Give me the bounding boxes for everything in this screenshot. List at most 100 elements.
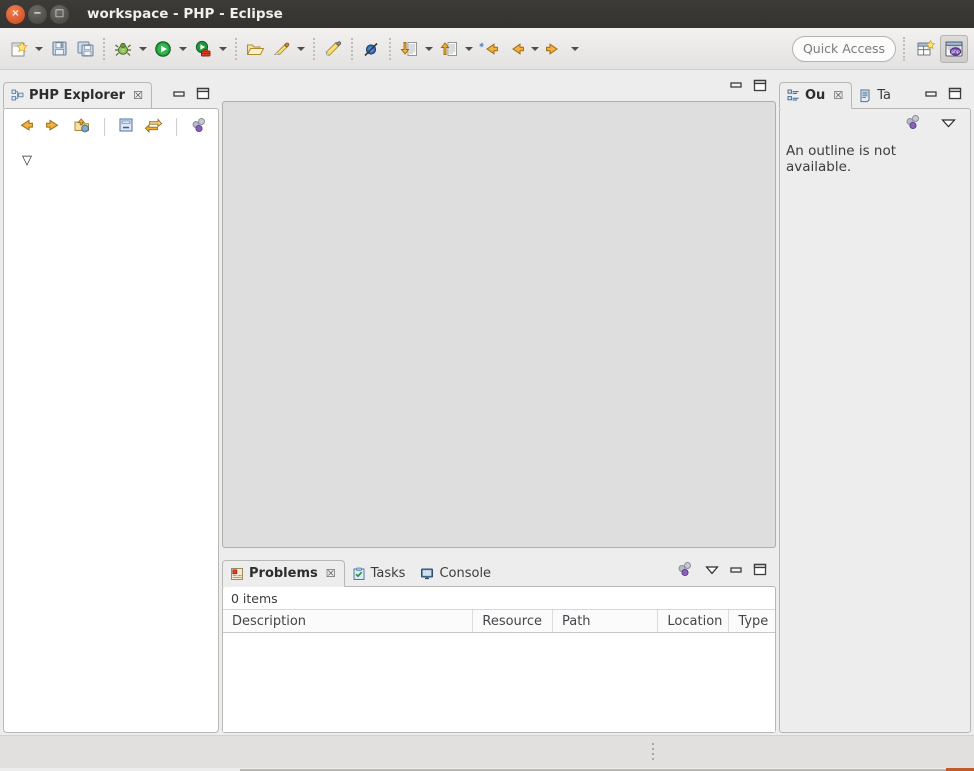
outline-message: An outline is not available. [786,143,897,175]
save-button[interactable] [46,36,72,62]
php-explorer-view: PHP Explorer ☒ ▽ [3,75,219,733]
close-icon[interactable]: ☒ [326,567,336,580]
svg-text:php: php [951,49,960,55]
maximize-icon[interactable] [753,563,767,580]
toolbar-separator [103,37,105,60]
problems-body: 0 items Description Resource Path Locati… [222,586,776,733]
column-location[interactable]: Location [658,610,730,632]
php-explorer-icon [11,89,24,101]
tab-php-explorer[interactable]: PHP Explorer ☒ [3,82,152,109]
window-minimize-button[interactable]: − [28,4,47,24]
next-annotation-dropdown[interactable] [462,36,476,62]
outline-controls [918,87,971,108]
forward-dropdown[interactable] [568,36,582,62]
maximize-icon[interactable] [753,79,767,96]
tab-label: PHP Explorer [29,88,126,103]
toolbar-group-php [242,34,308,64]
resize-grip-icon[interactable] [652,743,654,763]
previous-annotation-button[interactable] [396,36,422,62]
link-with-editor-icon[interactable] [144,117,163,138]
php-perspective-icon: php [945,41,963,56]
new-php-file-button[interactable] [268,36,294,62]
toolbar-separator [176,118,177,136]
minimize-icon[interactable] [924,88,938,104]
skip-breakpoints-button[interactable] [358,36,384,62]
php-explorer-tree[interactable]: ▽ [4,145,218,168]
problems-item-count: 0 items [231,591,278,606]
close-icon[interactable]: ☒ [833,89,843,102]
new-wizard-button[interactable] [6,36,32,62]
new-php-file-dropdown[interactable] [294,36,308,62]
status-bar [0,735,974,771]
collapse-all-icon[interactable] [118,117,135,137]
run-external-tools-icon [195,40,211,56]
next-annotation-button[interactable] [436,36,462,62]
editor-tabbar [222,75,776,101]
external-tools-button[interactable] [190,36,216,62]
window-close-button[interactable]: × [6,4,25,24]
maximize-icon[interactable] [948,87,962,104]
tab-task-list[interactable]: Ta [852,82,899,109]
minimize-icon[interactable] [172,88,186,104]
external-tools-dropdown[interactable] [216,36,230,62]
close-icon: × [11,8,20,19]
debug-dropdown[interactable] [136,36,150,62]
chevron-down-icon[interactable] [941,117,956,132]
view-menu-icon[interactable] [190,117,209,138]
minimize-icon[interactable] [729,564,743,580]
toolbar-group-run [110,34,230,64]
open-perspective-button[interactable] [912,35,940,63]
window-titlebar: × − □ workspace - PHP - Eclipse [0,0,974,28]
problems-table-rows[interactable] [223,633,775,732]
tab-outline[interactable]: Ou ☒ [779,82,853,109]
tab-console[interactable]: Console [413,560,499,587]
back-dropdown[interactable] [528,36,542,62]
problems-tabbar: Problems ☒ Tasks Console [222,553,776,587]
forward-button[interactable] [542,36,568,62]
toolbar-separator [351,37,353,60]
forward-icon[interactable] [44,117,63,138]
run-dropdown[interactable] [176,36,190,62]
maximize-icon: □ [54,8,65,19]
tree-empty-marker[interactable]: ▽ [22,153,32,168]
php-perspective-button[interactable]: php [940,34,968,63]
outline-tabbar: Ou ☒ Ta [779,75,971,109]
back-icon[interactable] [16,117,35,138]
next-annotation-icon [440,41,457,56]
run-button[interactable] [150,36,176,62]
tab-problems[interactable]: Problems ☒ [222,560,345,587]
view-menu-icon[interactable] [676,561,695,582]
save-all-button[interactable] [72,36,98,62]
chevron-down-icon[interactable] [705,564,719,579]
save-icon [51,41,67,56]
toolbar-group-file [6,34,98,64]
previous-annotation-dropdown[interactable] [422,36,436,62]
column-description[interactable]: Description [223,610,474,632]
back-button[interactable] [502,36,528,62]
column-type[interactable]: Type [729,610,775,632]
php-explorer-body: ▽ [3,108,219,733]
column-resource[interactable]: Resource [473,610,553,632]
tab-label: Problems [249,566,318,581]
window-title: workspace - PHP - Eclipse [87,6,283,22]
quick-access-input[interactable]: Quick Access [792,35,896,62]
quick-access-label: Quick Access [802,41,886,56]
maximize-icon[interactable] [196,87,210,104]
minimize-icon[interactable] [729,79,743,95]
open-task-icon [246,44,265,55]
toolbar-separator [903,36,905,61]
up-icon[interactable] [72,116,91,138]
window-maximize-button[interactable]: □ [50,4,69,24]
mark-occurrences-button[interactable] [320,36,346,62]
view-menu-icon[interactable] [904,114,923,135]
close-icon[interactable]: ☒ [133,89,143,102]
highlight-icon [325,40,342,56]
open-task-button[interactable] [242,36,268,62]
editor-empty-area[interactable] [222,101,776,548]
last-edit-location-button[interactable] [476,36,502,62]
new-wizard-dropdown[interactable] [32,36,46,62]
column-path[interactable]: Path [553,610,659,632]
toolbar-group-breakpoints [358,34,384,64]
tab-tasks[interactable]: Tasks [345,560,414,587]
debug-button[interactable] [110,36,136,62]
